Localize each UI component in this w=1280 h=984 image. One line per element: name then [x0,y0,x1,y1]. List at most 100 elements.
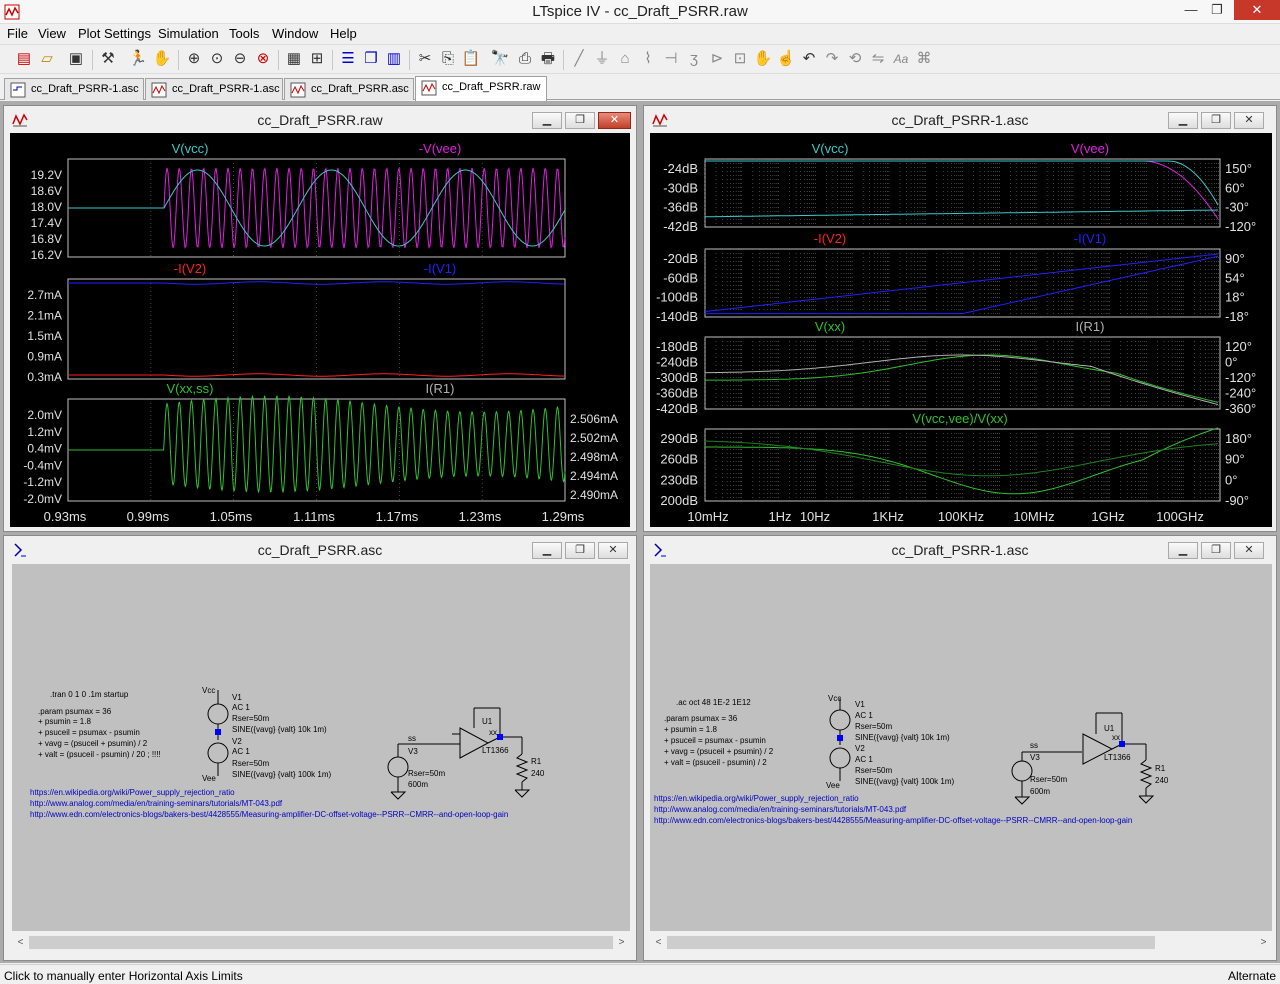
param-line[interactable]: + psuceil = psumax - psumin [664,736,766,745]
v3-name[interactable]: V3 [1030,753,1040,762]
restore-icon[interactable]: ❐ [1206,0,1228,20]
r1-name[interactable]: R1 [531,757,542,766]
tran-directive[interactable]: .tran 0 1 0 .1m startup [50,690,129,699]
undo-icon[interactable]: ↶ [799,49,819,69]
param-line[interactable]: .param psumax = 36 [38,707,112,716]
r1-value[interactable]: 240 [1155,776,1169,785]
tab-cc-draft-psrr-1-asc-plot[interactable]: cc_Draft_PSRR-1.asc [145,78,283,100]
param-line[interactable]: + psumin = 1.8 [664,725,717,734]
v2-name[interactable]: V2 [855,744,865,753]
halt-icon[interactable]: ✋ [152,49,172,69]
new-schematic-icon[interactable]: ▤ [14,49,34,69]
zoom-out-icon[interactable]: ⊖ [230,49,250,69]
menu-tools[interactable]: Tools [229,26,259,41]
v2-value[interactable]: SINE({vavg} {valt} 100k 1m) [232,770,332,779]
autorange-icon[interactable]: ▦ [284,49,304,69]
v1-value[interactable]: SINE({vavg} {valt} 10k 1m) [232,725,327,734]
tile-horizontal-icon[interactable]: ☰ [338,49,358,69]
tran-schematic-drawing[interactable]: .tran 0 1 0 .1m startup .param psumax = … [12,564,630,931]
scroll-left-icon[interactable]: < [12,934,29,951]
restore-button[interactable]: ❐ [1201,112,1231,129]
diode-icon[interactable]: ⊳ [707,49,727,69]
text-icon[interactable]: Aa [891,49,911,69]
v2-ac[interactable]: AC 1 [232,747,250,756]
tab-cc-draft-psrr-raw[interactable]: cc_Draft_PSRR.raw [415,76,547,101]
ac-plot-area[interactable]: V(vcc) V(vee) -24dB -30dB -36dB -42dB 150° 60° -… [650,133,1272,527]
find-icon[interactable]: 🔭 [490,49,510,69]
param-line[interactable]: + valt = (psuceil - psumin) / 2 [664,758,767,767]
open-icon[interactable]: ▱ [37,49,57,69]
tran-schematic-canvas[interactable]: .tran 0 1 0 .1m startup .param psumax = … [12,564,630,931]
cascade-icon[interactable]: ❐ [361,49,381,69]
v3-name[interactable]: V3 [408,747,418,756]
ac-schematic-titlebar[interactable]: cc_Draft_PSRR-1.asc ▁ ❐ ✕ [644,536,1276,564]
paste-icon[interactable]: 📋 [461,49,481,69]
horizontal-scrollbar[interactable]: < > [12,934,630,951]
zoom-cancel-icon[interactable]: ⊗ [253,49,273,69]
link-analog[interactable]: http://www.analog.com/media/en/training-… [654,805,907,814]
v2-rser[interactable]: Rser=50m [232,759,269,768]
param-line[interactable]: + vavg = (psuceil + psumin) / 2 [38,739,148,748]
minimize-button[interactable]: ▁ [532,542,562,559]
v3-rser[interactable]: Rser=50m [1030,775,1067,784]
close-button[interactable]: ✕ [598,112,631,129]
print-icon[interactable]: 🖶 [538,49,558,69]
v1-value[interactable]: SINE({vavg} {valt} 10k 1m) [855,733,950,742]
redo-icon[interactable]: ↷ [822,49,842,69]
v1-name[interactable]: V1 [232,693,242,702]
ac-schematic-drawing[interactable]: .ac oct 48 1E-2 1E12 .param psumax = 36 … [650,564,1272,931]
v2-value[interactable]: SINE({vavg} {valt} 100k 1m) [855,777,955,786]
link-edn[interactable]: http://www.edn.com/electronics-blogs/bak… [654,816,1132,825]
run-icon[interactable]: 🏃 [128,49,148,69]
restore-button[interactable]: ❐ [565,542,595,559]
link-wikipedia[interactable]: https://en.wikipedia.org/wiki/Power_supp… [654,794,859,803]
v3-rser[interactable]: Rser=50m [408,769,445,778]
scroll-right-icon[interactable]: > [613,934,630,951]
close-button[interactable]: ✕ [1234,112,1264,129]
horizontal-scrollbar[interactable]: < > [650,934,1272,951]
ac-directive[interactable]: .ac oct 48 1E-2 1E12 [676,698,751,707]
menu-window[interactable]: Window [272,26,318,41]
capacitor-icon[interactable]: ⊣ [661,49,681,69]
menu-view[interactable]: View [38,26,66,41]
param-line[interactable]: + psumin = 1.8 [38,717,91,726]
v3-value[interactable]: 600m [408,780,428,789]
zoom-area-icon[interactable]: ⊙ [207,49,227,69]
cut-icon[interactable]: ✂ [415,49,435,69]
v3-value[interactable]: 600m [1030,787,1050,796]
link-analog[interactable]: http://www.analog.com/media/en/training-… [30,799,283,808]
tab-cc-draft-psrr-1-asc[interactable]: cc_Draft_PSRR-1.asc [4,78,144,100]
v1-rser[interactable]: Rser=50m [232,714,269,723]
minimize-icon[interactable]: — [1180,0,1202,20]
minimize-button[interactable]: ▁ [532,112,562,129]
v2-rser[interactable]: Rser=50m [855,766,892,775]
component-icon[interactable]: ⊡ [730,49,750,69]
u1-name[interactable]: U1 [482,717,493,726]
drag-icon[interactable]: ☝ [776,49,796,69]
copy-icon[interactable]: ⎘ [438,49,458,69]
restore-button[interactable]: ❐ [1201,542,1231,559]
control-panel-icon[interactable]: ⚒ [98,49,118,69]
param-line[interactable]: .param psumax = 36 [664,714,738,723]
u1-part[interactable]: LT1366 [482,746,509,755]
link-wikipedia[interactable]: https://en.wikipedia.org/wiki/Power_supp… [30,788,235,797]
label-icon[interactable]: ⌂ [615,49,635,69]
mirror-icon[interactable]: ⇋ [868,49,888,69]
menu-simulation[interactable]: Simulation [158,26,219,41]
tab-cc-draft-psrr-asc[interactable]: cc_Draft_PSRR.asc [284,78,414,100]
tran-plot-area[interactable]: V(vcc) -V(vee) 19.2V 18.6V 18.0V 17.4V 16.8V 16… [10,133,630,527]
u1-name[interactable]: U1 [1104,724,1115,733]
inductor-icon[interactable]: ʒ [684,49,704,69]
scrollbar-thumb[interactable] [29,936,613,949]
v1-ac[interactable]: AC 1 [232,703,250,712]
param-line[interactable]: + psuceil = psumax - psumin [38,728,140,737]
r1-value[interactable]: 240 [531,769,545,778]
resistor-icon[interactable]: ⌇ [638,49,658,69]
ground-icon[interactable]: ⏚ [592,49,612,69]
link-edn[interactable]: http://www.edn.com/electronics-blogs/bak… [30,810,508,819]
tile-vertical-icon[interactable]: ▥ [384,49,404,69]
scroll-right-icon[interactable]: > [1255,934,1272,951]
r1-name[interactable]: R1 [1155,764,1166,773]
minimize-button[interactable]: ▁ [1168,542,1198,559]
move-icon[interactable]: ✋ [753,49,773,69]
